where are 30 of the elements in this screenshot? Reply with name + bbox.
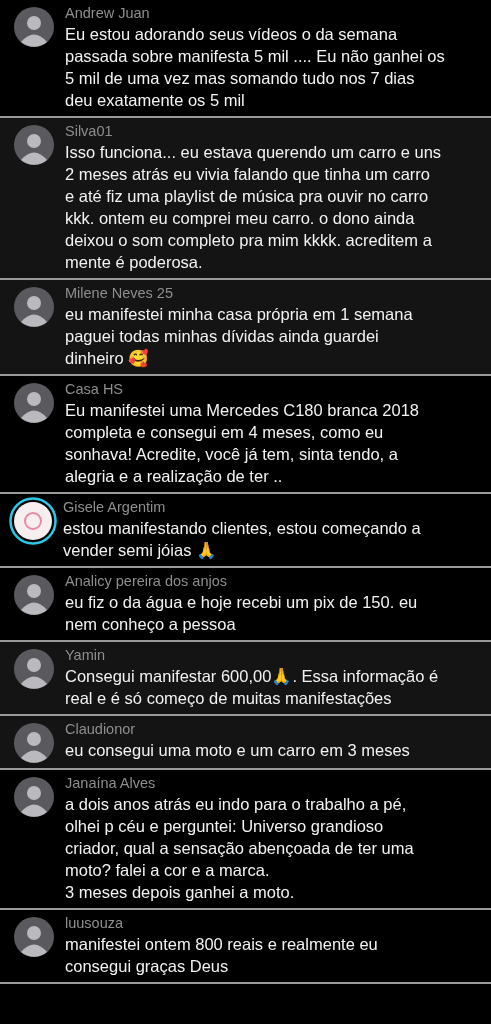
comment-text: eu consegui uma moto e um carro em 3 meses (65, 740, 411, 761)
username[interactable]: Casa HS (65, 379, 483, 399)
username[interactable]: Claudionor (65, 719, 483, 739)
username[interactable]: Analicy pereira dos anjos (65, 571, 483, 591)
avatar[interactable] (14, 125, 54, 165)
avatar[interactable] (9, 497, 57, 545)
avatar[interactable] (14, 575, 54, 615)
comment-text: Eu manifestei uma Mercedes C180 branca 2018 completa e consegui em 4 meses, como eu sonhava! Acredite, você já tem, sinta tendo, a alegria e a realização de ter .. (65, 400, 421, 487)
username[interactable]: luusouza (65, 913, 483, 933)
comment-text: Consegui manifestar 600,00🙏. Essa informação é real e é só começo de muitas manifestações (65, 666, 440, 709)
comment-text: Isso funciona... eu estava querendo um carro e uns 2 meses atrás eu vivia falando que tinha um carro e até fiz uma playlist de música pra ouvir no carro kkk. ontem eu comprei meu carro. o dono ainda deixou o som completo pra mim kkkk. acreditem a mente é poderosa. (65, 142, 443, 273)
comment-text: eu manifestei minha casa própria em 1 semana paguei todas minhas dívidas ainda guardei dinheiro 🥰 (65, 304, 414, 369)
comment-text: Eu estou adorando seus vídeos o da semana passada sobre manifesta 5 mil .... Eu não ganhei os 5 mil de uma vez mas somando tudo nos 7 dias deu exatamente os 5 mil (65, 24, 446, 111)
avatar[interactable] (14, 649, 54, 689)
avatar[interactable] (14, 383, 54, 423)
avatar[interactable] (14, 7, 54, 47)
username[interactable]: Janaína Alves (65, 773, 483, 793)
comment-text: eu fiz o da água e hoje recebi um pix de 150. eu nem conheço a pessoa (65, 592, 419, 635)
avatar[interactable] (14, 917, 54, 957)
comment-text: estou manifestando clientes, estou começando a vender semi jóias 🙏 (63, 518, 422, 561)
comment-text: manifestei ontem 800 reais e realmente eu consegui graças Deus (65, 934, 379, 977)
avatar[interactable] (14, 777, 54, 817)
username[interactable]: Yamin (65, 645, 483, 665)
username[interactable]: Andrew Juan (65, 3, 483, 23)
username[interactable]: Milene Neves 25 (65, 283, 483, 303)
comment-text: a dois anos atrás eu indo para o trabalho a pé, olhei p céu e perguntei: Universo grandioso criador, qual a sensação abençoada de ter uma moto? falei a cor e a marca. 3 meses depois ganhei a moto. (65, 794, 415, 903)
username[interactable]: Gisele Argentim (63, 497, 483, 517)
avatar[interactable] (14, 723, 54, 763)
username[interactable]: Silva01 (65, 121, 483, 141)
avatar[interactable] (14, 287, 54, 327)
